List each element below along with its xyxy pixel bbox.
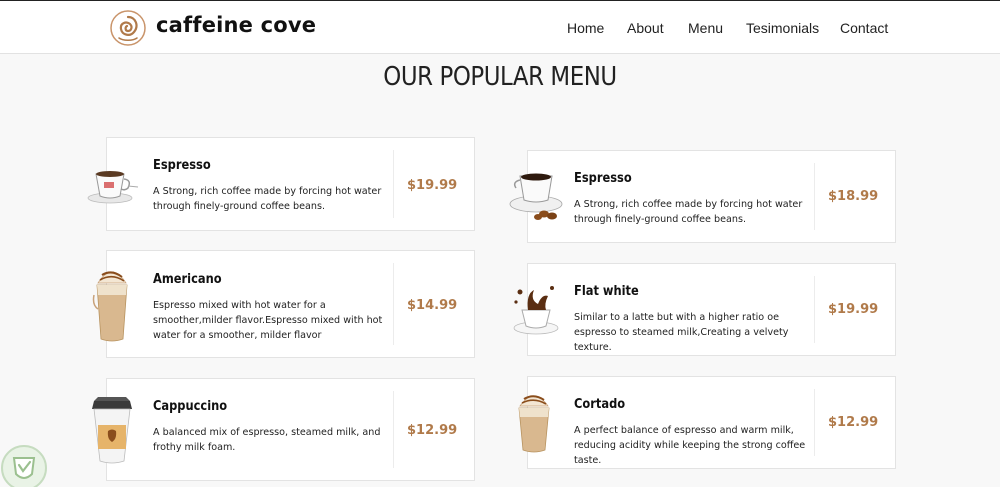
menu-item-name: Cortado	[574, 397, 626, 412]
card-divider	[393, 263, 394, 345]
menu-item-name: Espresso	[574, 171, 632, 186]
menu-item-price: $12.99	[828, 415, 879, 430]
nav-testimonials[interactable]: Tesimonials	[746, 20, 819, 36]
nav-about[interactable]: About	[627, 20, 664, 36]
menu-item-name: Flat white	[574, 284, 639, 299]
shield-badge-icon[interactable]	[0, 438, 48, 487]
cortado-iced-drink-image	[518, 395, 550, 453]
menu-item-price: $18.99	[828, 189, 879, 204]
card-divider	[393, 391, 394, 468]
nav-home[interactable]: Home	[567, 20, 604, 36]
menu-item-description: A Strong, rich coffee made by forcing ho…	[153, 186, 382, 212]
menu-item-description: A Strong, rich coffee made by forcing ho…	[574, 199, 803, 225]
section-title: OUR POPULAR MENU	[383, 62, 617, 92]
menu-item-name: Americano	[153, 272, 222, 287]
card-divider	[393, 150, 394, 218]
menu-card[interactable]: Cortado A perfect balance of espresso an…	[527, 376, 896, 469]
menu-card[interactable]: Espresso A Strong, rich coffee made by f…	[527, 150, 896, 243]
card-divider	[814, 389, 815, 456]
espresso-cup-beans-image	[509, 173, 563, 220]
menu-item-description: A balanced mix of espresso, steamed milk…	[153, 427, 381, 453]
menu-item-price: $14.99	[407, 298, 458, 313]
menu-item-name: Espresso	[153, 158, 211, 173]
menu-card[interactable]: Americano Espresso mixed with hot water …	[106, 250, 475, 358]
nav-menu[interactable]: Menu	[688, 20, 723, 36]
coffee-logo-icon[interactable]	[110, 10, 146, 46]
americano-iced-drink-image	[92, 271, 128, 342]
brand-name[interactable]: caffeine cove	[156, 13, 316, 37]
card-divider	[814, 163, 815, 230]
menu-item-name: Cappuccino	[153, 399, 228, 414]
menu-item-price: $19.99	[828, 302, 879, 317]
menu-item-price: $19.99	[407, 178, 458, 193]
menu-card[interactable]: Flat white Similar to a latte but with a…	[527, 263, 896, 356]
menu-item-description: Similar to a latte but with a higher rat…	[574, 312, 789, 353]
site-header: caffeine cove Home About Menu Tesimonial…	[0, 0, 1000, 54]
menu-item-price: $12.99	[407, 423, 458, 438]
menu-card[interactable]: Espresso A Strong, rich coffee made by f…	[106, 137, 475, 231]
flat-white-splash-image	[513, 286, 559, 335]
cappuccino-takeaway-cup-image	[92, 397, 132, 464]
menu-card[interactable]: Cappuccino A balanced mix of espresso, s…	[106, 378, 475, 481]
espresso-cup-image	[87, 171, 139, 204]
menu-item-description: Espresso mixed with hot water for a smoo…	[153, 300, 383, 341]
card-divider	[814, 276, 815, 343]
nav-contact[interactable]: Contact	[840, 20, 888, 36]
menu-item-description: A perfect balance of espresso and warm m…	[574, 425, 806, 466]
